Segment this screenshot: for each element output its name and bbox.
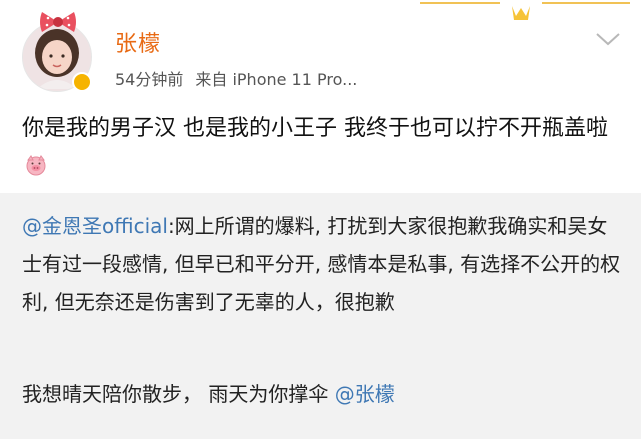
post-text: 你是我的男子汉 也是我的小王子 我终于也可以拧不开瓶盖啦 [22,116,608,141]
repost-text: @金恩圣official:网上所谓的爆料, 打扰到大家很抱歉我确实和吴女士有过一… [22,207,627,321]
weibo-post: 张檬 54分钟前 来自 iPhone 11 Pro... 你是我的男子汉 也是我的… [0,0,641,439]
pig-face-icon [26,155,46,176]
repost-mention-link[interactable]: @金恩圣official [22,214,168,238]
verified-badge-icon [72,72,92,92]
post-meta: 54分钟前 来自 iPhone 11 Pro... [115,66,357,90]
repost-second-text: 我想晴天陪你散步， 雨天为你撑伞 [22,382,335,406]
repost-card[interactable]: @金恩圣official:网上所谓的爆料, 打扰到大家很抱歉我确实和吴女士有过一… [0,193,641,439]
chevron-down-icon[interactable] [594,30,622,48]
post-source: 来自 iPhone 11 Pro... [195,70,358,89]
repost-second-line: 我想晴天陪你散步， 雨天为你撑伞 @张檬 [22,375,622,413]
repost-second-mention-link[interactable]: @张檬 [335,382,395,406]
post-content: 你是我的男子汉 也是我的小王子 我终于也可以拧不开瓶盖啦 [22,110,622,186]
bow-icon [40,12,76,32]
post-header: 张檬 54分钟前 来自 iPhone 11 Pro... [0,0,641,100]
post-time: 54分钟前 [115,70,184,89]
avatar[interactable] [22,12,92,92]
username[interactable]: 张檬 [115,26,161,58]
